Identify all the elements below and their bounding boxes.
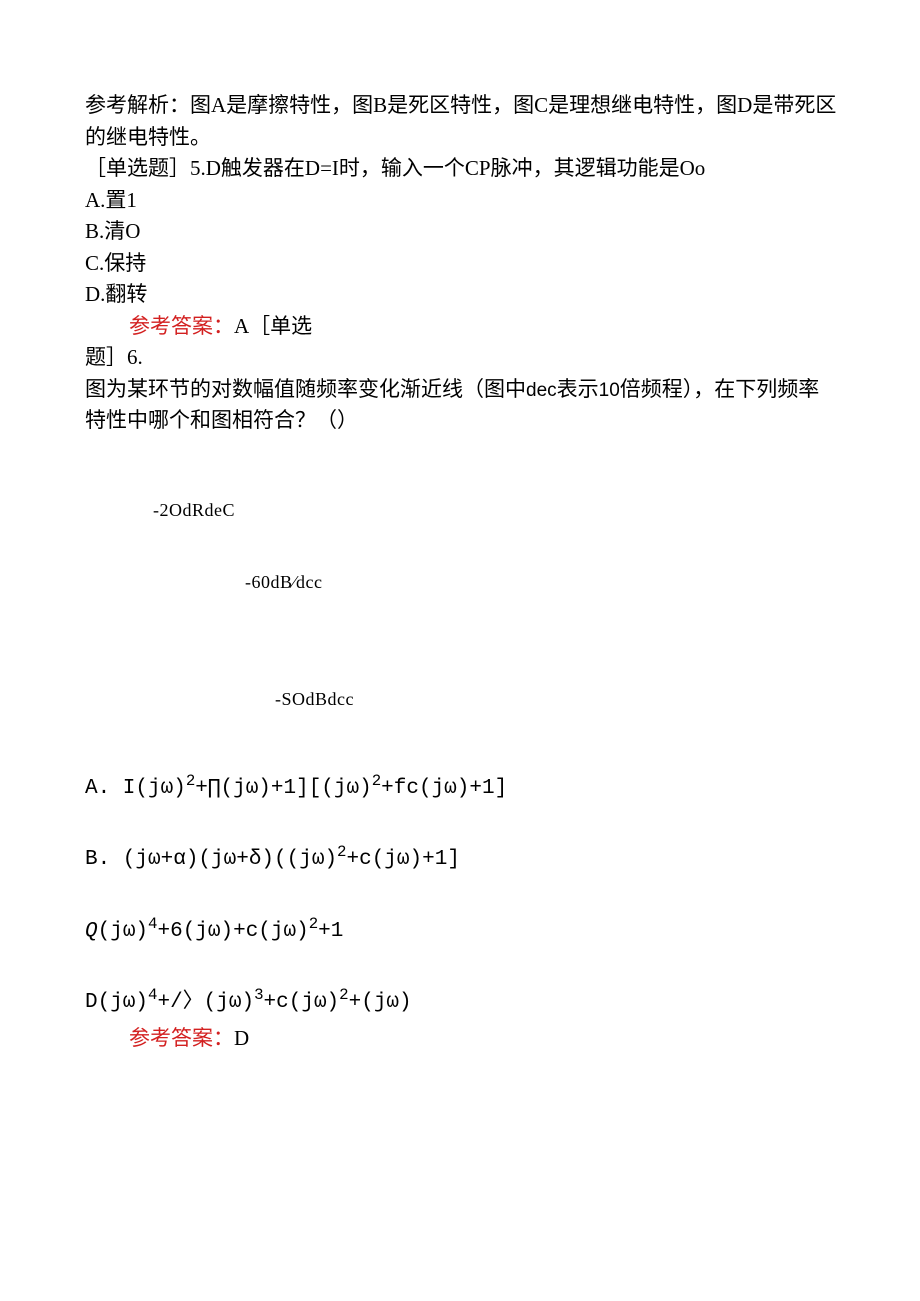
q6-dec: dec [526, 380, 557, 401]
q5-option-a: A.置1 [85, 185, 840, 217]
q6-text-a: 图为某环节的对数幅值随频率变化渐近线（图中 [85, 377, 526, 401]
explain-text: 图A是摩擦特性，图B是死区特性，图C是理想继电特性，图D是带死区的继电特性。 [85, 93, 836, 149]
q5-prefix: ［单选题］5. [85, 156, 206, 180]
q5-answer: 参考答案：A［单选 [85, 311, 840, 343]
q6-option-a: A. I(jω)2+∏(jω)+1][(jω)2+fc(jω)+1] [85, 773, 840, 805]
explain-label: 参考解析： [85, 93, 190, 117]
q6-stem: 图为某环节的对数幅值随频率变化渐近线（图中dec表示10倍频程），在下列频率特性… [85, 374, 840, 437]
q4-explanation: 参考解析：图A是摩擦特性，图B是死区特性，图C是理想继电特性，图D是带死区的继电… [85, 90, 840, 153]
q6-option-c: Q(jω)4+6(jω)+c(jω)2+1 [85, 916, 840, 948]
q6-answer: 参考答案：D [85, 1023, 840, 1055]
diagram-label-1: -2OdRdeC [85, 497, 840, 524]
q6-options: A. I(jω)2+∏(jω)+1][(jω)2+fc(jω)+1] B. (j… [85, 773, 840, 1055]
answer-label: 参考答案： [129, 314, 234, 338]
q5-text: D触发器在D=I时，输入一个CP脉冲，其逻辑功能是Oo [206, 156, 706, 180]
q6-10: 10 [599, 380, 620, 401]
q5-stem: ［单选题］5.D触发器在D=I时，输入一个CP脉冲，其逻辑功能是Oo [85, 153, 840, 185]
diagram-label-3: -SOdBdcc [85, 686, 840, 713]
diagram-label-2: -60dB⁄dcc [85, 569, 840, 596]
q6-diagram-labels: -2OdRdeC -60dB⁄dcc -SOdBdcc [85, 497, 840, 713]
q5-option-d: D.翻转 [85, 279, 840, 311]
q6-bracket-line: 题］6. [85, 342, 840, 374]
answer-value: D [234, 1026, 249, 1050]
q6-text-b: 表示 [557, 377, 599, 401]
q6-option-b: B. (jω+α)(jω+δ)((jω)2+c(jω)+1] [85, 844, 840, 876]
answer-value: A [234, 314, 249, 338]
q5-option-b: B.清O [85, 216, 840, 248]
answer-label: 参考答案： [129, 1026, 234, 1050]
q5-option-c: C.保持 [85, 248, 840, 280]
q6-bracket-prefix: ［单选 [249, 314, 312, 338]
q6-option-d: D(jω)4+/〉(jω)3+c(jω)2+(jω) [85, 987, 840, 1019]
